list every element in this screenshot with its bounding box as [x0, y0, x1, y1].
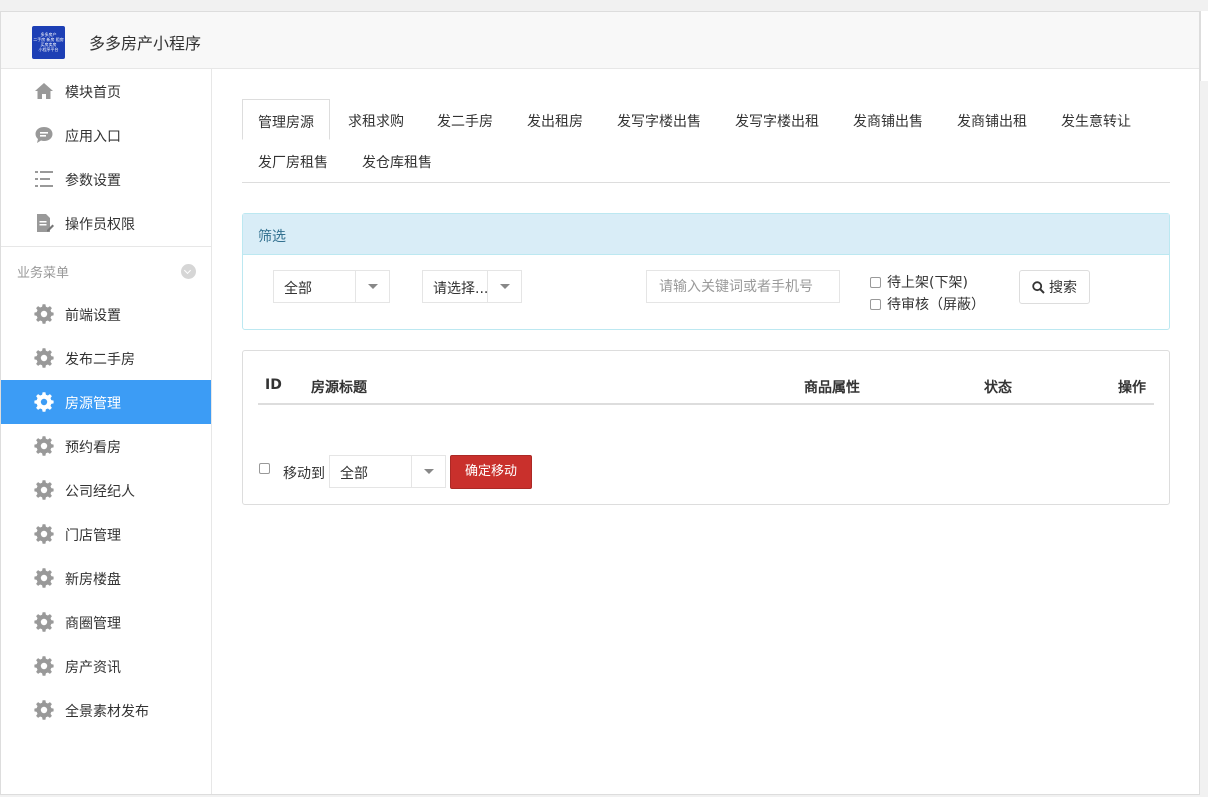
column-header-title: 房源标题 — [311, 380, 367, 396]
select-value: 全部 — [340, 466, 368, 482]
sidebar-item-module-home[interactable]: 模块首页 — [1, 69, 211, 113]
column-header-actions: 操作 — [1118, 380, 1146, 396]
header-divider — [258, 403, 1154, 405]
sidebar-item-frontend-settings[interactable]: 前端设置 — [1, 292, 211, 336]
gear-icon — [33, 303, 55, 325]
business-menu-header[interactable]: 业务菜单 — [1, 246, 211, 291]
listing-table-panel: ID 房源标题 商品属性 状态 操作 移动到 全部 确定移动 — [242, 350, 1170, 505]
chat-bubble-icon — [33, 124, 55, 146]
gear-icon — [33, 655, 55, 677]
gear-icon — [33, 699, 55, 721]
home-icon — [33, 80, 55, 102]
sidebar-item-label: 前端设置 — [65, 308, 121, 324]
sidebar-item-panorama-publish[interactable]: 全景素材发布 — [1, 688, 211, 732]
sidebar-item-label: 公司经纪人 — [65, 484, 135, 500]
tab-manage-listings[interactable]: 管理房源 — [242, 99, 330, 140]
confirm-move-button[interactable]: 确定移动 — [450, 455, 532, 489]
top-header: 多多房产 二手房 新房 租房 买房卖房 小程序平台 多多房产小程序 — [1, 12, 1199, 69]
sidebar-item-viewing-appointments[interactable]: 预约看房 — [1, 424, 211, 468]
app-logo[interactable]: 多多房产 二手房 新房 租房 买房卖房 小程序平台 — [32, 26, 65, 59]
sidebar-item-label: 操作员权限 — [65, 217, 135, 233]
logo-line: 小程序平台 — [38, 47, 59, 52]
listing-tabs: 管理房源 求租求购 发二手房 发出租房 发写字楼出售 发写字楼出租 发商铺出售 … — [242, 99, 1170, 183]
tab-post-factory[interactable]: 发厂房租售 — [258, 140, 328, 181]
sidebar-item-label: 商圈管理 — [65, 616, 121, 632]
select-all-checkbox[interactable] — [259, 463, 270, 474]
filter-panel: 筛选 全部 请选择... 待上架(下架) 待审核（屏蔽） 搜索 — [242, 213, 1170, 330]
search-button[interactable]: 搜索 — [1019, 270, 1090, 304]
gear-icon — [33, 523, 55, 545]
app-title: 多多房产小程序 — [89, 34, 202, 53]
sidebar-item-label: 发布二手房 — [65, 352, 135, 368]
sidebar-item-label: 应用入口 — [65, 129, 121, 145]
pending-listing-checkbox[interactable]: 待上架(下架) — [870, 272, 968, 292]
column-header-id: ID — [265, 377, 282, 393]
sidebar-item-label: 房产资讯 — [65, 660, 121, 676]
sidebar-item-label: 模块首页 — [65, 85, 121, 101]
list-icon — [33, 168, 55, 190]
collapse-toggle-icon[interactable] — [181, 264, 196, 279]
filter-panel-header: 筛选 — [243, 214, 1169, 255]
gear-icon — [33, 391, 55, 413]
tab-post-shop-sale[interactable]: 发商铺出售 — [853, 99, 923, 140]
sidebar-item-new-developments[interactable]: 新房楼盘 — [1, 556, 211, 600]
keyword-search-input[interactable] — [646, 270, 840, 303]
sidebar-item-label: 房源管理 — [65, 396, 121, 412]
select-value: 请选择... — [433, 281, 489, 297]
chevron-down-icon — [355, 271, 389, 302]
pending-review-checkbox[interactable]: 待审核（屏蔽） — [870, 294, 985, 314]
sidebar-item-listing-management[interactable]: 房源管理 — [1, 380, 211, 424]
sidebar-item-operator-permissions[interactable]: 操作员权限 — [1, 201, 211, 245]
checkbox-label: 待审核（屏蔽） — [887, 297, 985, 313]
tab-post-office-rent[interactable]: 发写字楼出租 — [735, 99, 819, 140]
sidebar-item-real-estate-news[interactable]: 房产资讯 — [1, 644, 211, 688]
chevron-down-icon — [487, 271, 521, 302]
type-select[interactable]: 请选择... — [422, 270, 522, 303]
section-title: 业务菜单 — [17, 266, 70, 281]
sidebar-item-publish-second-hand[interactable]: 发布二手房 — [1, 336, 211, 380]
gear-icon — [33, 611, 55, 633]
tab-rent-buy-requests[interactable]: 求租求购 — [348, 99, 404, 140]
gear-icon — [33, 479, 55, 501]
search-icon — [1032, 280, 1045, 294]
column-header-attributes: 商品属性 — [804, 380, 860, 396]
gear-icon — [33, 567, 55, 589]
checkbox-box[interactable] — [870, 298, 881, 310]
sidebar-item-params[interactable]: 参数设置 — [1, 157, 211, 201]
checkbox-label: 待上架(下架) — [887, 275, 968, 291]
tab-post-office-sale[interactable]: 发写字楼出售 — [617, 99, 701, 140]
sidebar-item-label: 新房楼盘 — [65, 572, 121, 588]
sidebar-item-label: 预约看房 — [65, 440, 121, 456]
sidebar-item-app-entry[interactable]: 应用入口 — [1, 113, 211, 157]
tab-post-shop-rent[interactable]: 发商铺出租 — [957, 99, 1027, 140]
checkbox-box[interactable] — [870, 276, 881, 288]
sidebar-item-store-management[interactable]: 门店管理 — [1, 512, 211, 556]
sidebar-item-label: 门店管理 — [65, 528, 121, 544]
sidebar: 模块首页 应用入口 参数设置 操作员权限 业务菜单 前端设置 发布二手房 房源管… — [1, 69, 212, 794]
adjacent-window-edge — [1200, 11, 1208, 81]
select-value: 全部 — [284, 281, 312, 297]
document-edit-icon — [33, 212, 55, 234]
column-header-status: 状态 — [984, 380, 1012, 396]
sidebar-item-business-district[interactable]: 商圈管理 — [1, 600, 211, 644]
category-select[interactable]: 全部 — [273, 270, 390, 303]
chevron-down-icon — [411, 456, 445, 487]
tab-post-business-transfer[interactable]: 发生意转让 — [1061, 99, 1131, 140]
move-target-select[interactable]: 全部 — [329, 455, 446, 488]
sidebar-item-company-agents[interactable]: 公司经纪人 — [1, 468, 211, 512]
gear-icon — [33, 435, 55, 457]
sidebar-item-label: 参数设置 — [65, 173, 121, 189]
filter-title: 筛选 — [258, 229, 286, 245]
tab-post-rental[interactable]: 发出租房 — [527, 99, 583, 140]
gear-icon — [33, 347, 55, 369]
tab-post-warehouse[interactable]: 发仓库租售 — [362, 140, 432, 181]
tab-post-second-hand[interactable]: 发二手房 — [437, 99, 493, 140]
search-button-label: 搜索 — [1049, 280, 1077, 296]
sidebar-item-label: 全景素材发布 — [65, 704, 149, 720]
move-to-label: 移动到 — [283, 466, 325, 482]
app-window: 多多房产 二手房 新房 租房 买房卖房 小程序平台 多多房产小程序 模块首页 应… — [0, 11, 1200, 795]
